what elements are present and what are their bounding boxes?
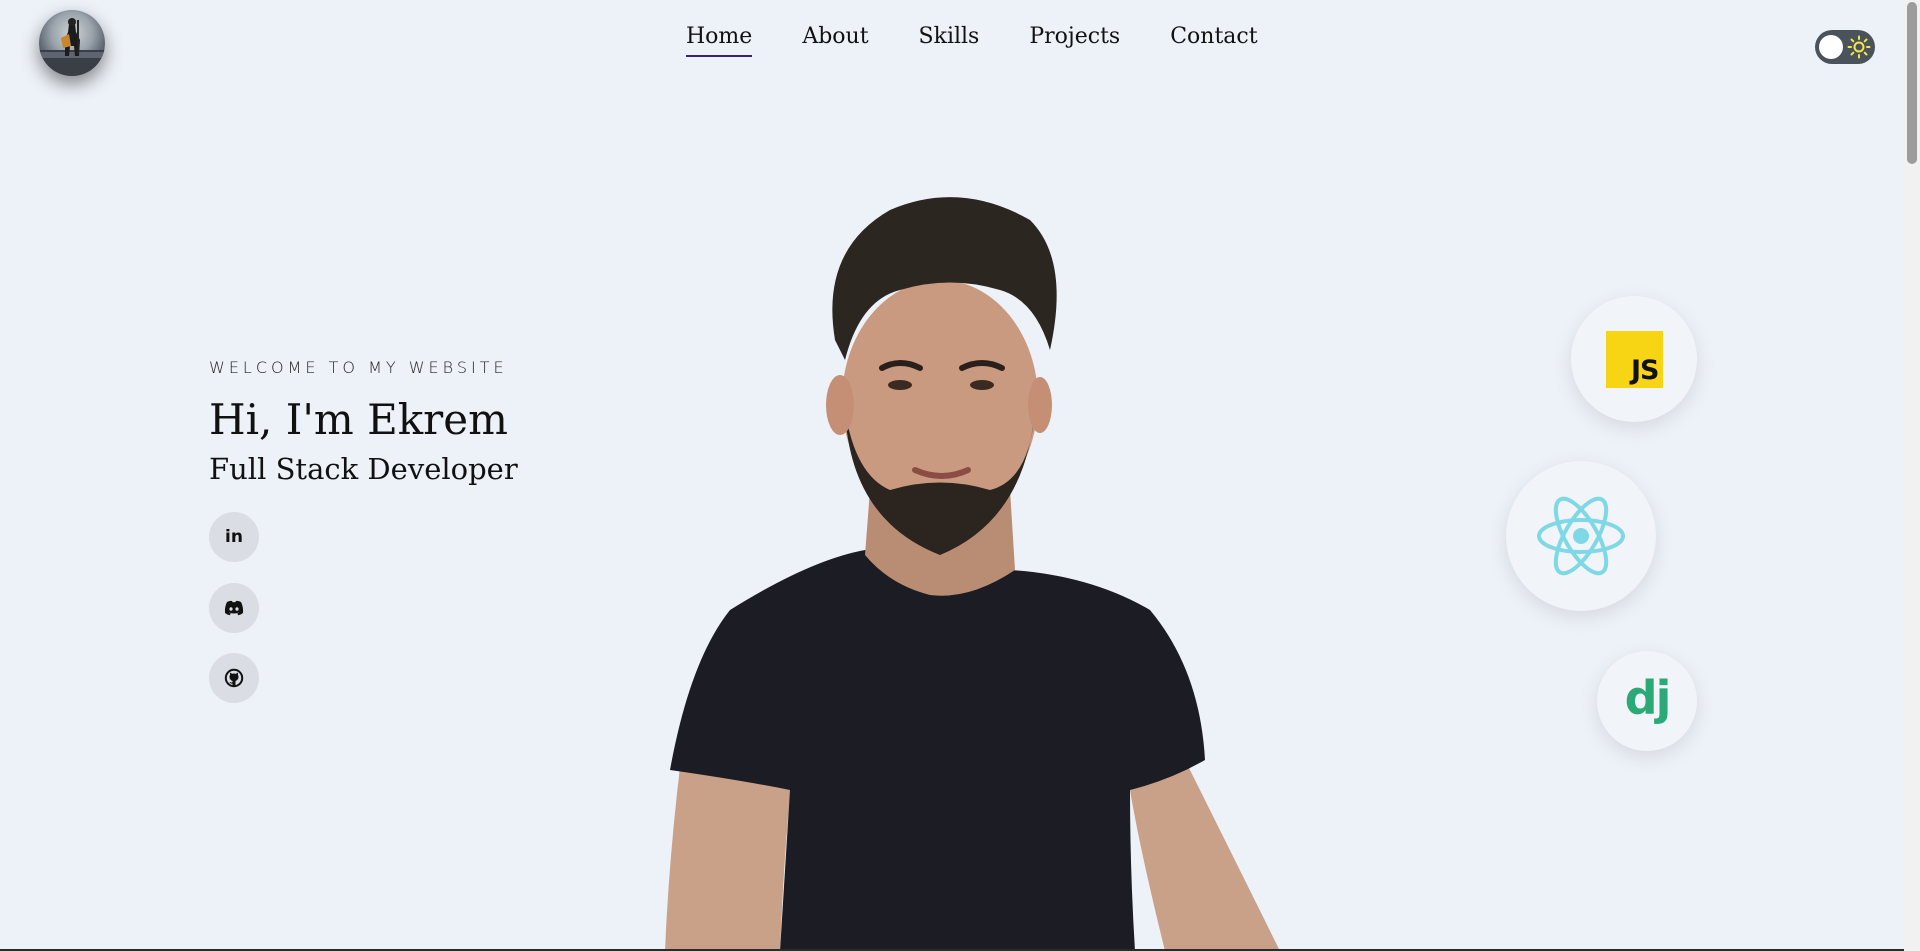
django-icon: dj xyxy=(1624,671,1672,725)
linkedin-link[interactable]: in xyxy=(209,512,259,562)
nav-contact[interactable]: Contact xyxy=(1170,24,1257,57)
discord-link[interactable] xyxy=(209,583,259,633)
nav-skills[interactable]: Skills xyxy=(919,24,980,57)
react-bubble xyxy=(1506,461,1656,611)
javascript-label: JS xyxy=(1631,354,1659,386)
logo-figure-icon xyxy=(39,18,105,76)
hero-title: Hi, I'm Ekrem xyxy=(209,395,508,444)
github-icon xyxy=(224,668,244,688)
github-link[interactable] xyxy=(209,653,259,703)
nav-projects[interactable]: Projects xyxy=(1029,24,1120,57)
django-bubble: dj xyxy=(1597,651,1697,751)
page: Home About Skills Projects Contact WELCO… xyxy=(0,0,1920,951)
sun-icon xyxy=(1847,35,1871,59)
nav-home[interactable]: Home xyxy=(686,24,753,57)
toggle-knob xyxy=(1819,35,1843,59)
welcome-eyebrow: WELCOME TO MY WEBSITE xyxy=(209,358,508,377)
javascript-bubble: JS xyxy=(1571,296,1697,422)
linkedin-icon: in xyxy=(225,527,243,547)
discord-icon xyxy=(224,600,244,616)
theme-toggle[interactable] xyxy=(1815,30,1875,64)
react-icon xyxy=(1537,496,1625,576)
scrollbar-thumb[interactable] xyxy=(1907,2,1917,164)
hero-subtitle: Full Stack Developer xyxy=(209,452,518,486)
nav-about[interactable]: About xyxy=(802,24,868,57)
main-nav: Home About Skills Projects Contact xyxy=(686,24,1258,57)
page-scrollbar[interactable] xyxy=(1904,0,1920,951)
javascript-icon: JS xyxy=(1605,330,1663,388)
avatar-logo[interactable] xyxy=(39,10,105,76)
profile-photo xyxy=(665,197,1280,951)
